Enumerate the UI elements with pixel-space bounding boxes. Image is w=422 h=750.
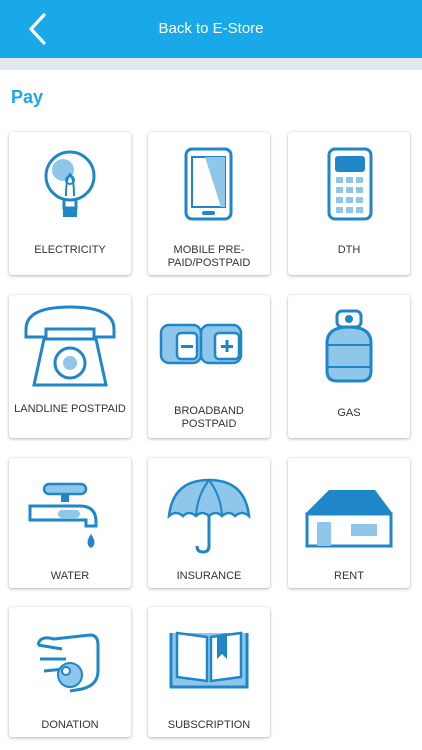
tile-label: INSURANCE [176, 570, 242, 582]
pay-content: Pay ELECTRICITY MOBILE PRE-PAID/POSTPAID [0, 70, 422, 750]
tile-rent[interactable]: RENT [288, 458, 410, 588]
tile-label: DONATION [41, 719, 99, 731]
house-icon [305, 490, 393, 548]
tile-label: ELECTRICITY [34, 244, 106, 256]
tile-mobile[interactable]: MOBILE PRE-PAID/POSTPAID [148, 132, 270, 275]
tile-broadband[interactable]: BROADBAND POSTPAID [148, 295, 270, 438]
donation-hand-icon [36, 633, 100, 693]
header-divider [0, 58, 422, 70]
open-book-icon [169, 631, 249, 689]
mobile-phone-icon [184, 147, 233, 221]
tile-label: RENT [334, 570, 364, 582]
remote-control-icon [327, 147, 373, 221]
tile-label: DTH [337, 244, 361, 256]
umbrella-icon [167, 478, 251, 554]
tile-subscription[interactable]: SUBSCRIPTION [148, 607, 270, 737]
tile-label: LANDLINE POSTPAID [14, 403, 126, 415]
tile-insurance[interactable]: INSURANCE [148, 458, 270, 588]
tile-label: SUBSCRIPTION [167, 719, 251, 731]
battery-icon [159, 323, 243, 365]
tile-landline[interactable]: LANDLINE POSTPAID [9, 295, 131, 438]
water-tap-icon [28, 482, 98, 548]
tile-label: BROADBAND POSTPAID [174, 405, 244, 430]
tile-label: WATER [50, 570, 90, 582]
tile-label: MOBILE PRE-PAID/POSTPAID [167, 244, 251, 269]
tile-electricity[interactable]: ELECTRICITY [9, 132, 131, 275]
tile-dth[interactable]: DTH [288, 132, 410, 275]
back-to-estore-link[interactable]: Back to E-Store [0, 20, 422, 37]
gas-cylinder-icon [325, 309, 373, 383]
tile-gas[interactable]: GAS [288, 295, 410, 438]
section-title: Pay [11, 87, 44, 107]
top-bar: Back to E-Store [0, 0, 422, 58]
telephone-icon [24, 305, 116, 387]
tile-label: GAS [337, 407, 361, 419]
tile-water[interactable]: WATER [9, 458, 131, 588]
tile-donation[interactable]: DONATION [9, 607, 131, 737]
lightbulb-icon [44, 150, 96, 217]
